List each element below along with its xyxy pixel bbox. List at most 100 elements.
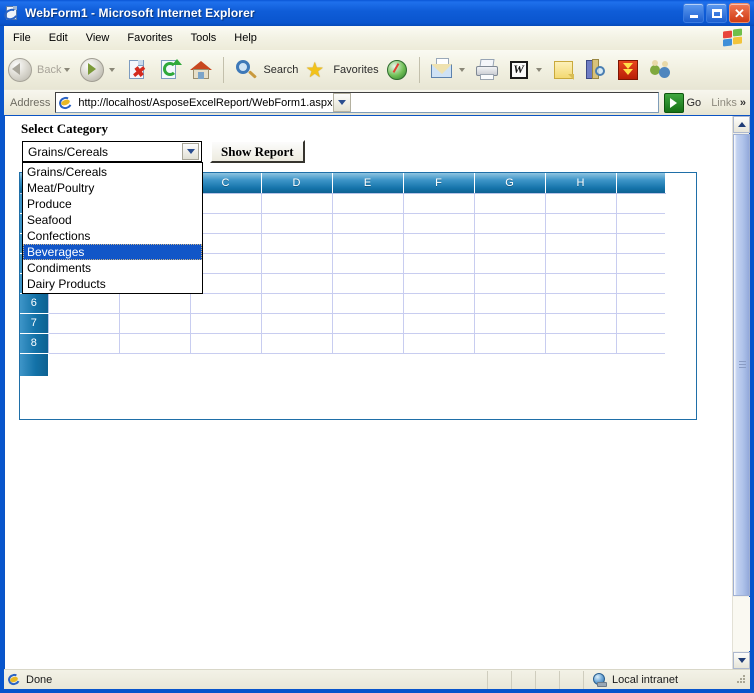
links-button[interactable]: Links: [711, 97, 737, 109]
menu-item-view[interactable]: View: [78, 30, 118, 46]
resize-grip-icon[interactable]: [734, 673, 748, 687]
grid-cell-e5[interactable]: [332, 273, 404, 294]
grid-cell-h3[interactable]: [545, 233, 617, 254]
dropdown-option-seafood[interactable]: Seafood: [23, 212, 202, 228]
forward-dropdown-chevron-down-icon[interactable]: [109, 67, 116, 72]
dropdown-option-beverages[interactable]: Beverages: [23, 244, 202, 260]
grid-cell-e2[interactable]: [332, 213, 404, 234]
close-button[interactable]: ✕: [729, 3, 750, 23]
scrollbar-track[interactable]: [733, 597, 750, 651]
grid-cell-c8[interactable]: [190, 333, 262, 354]
grid-cell-f2[interactable]: [403, 213, 475, 234]
grid-cell-g7[interactable]: [474, 313, 546, 334]
grid-col-header-overflow[interactable]: [616, 173, 666, 194]
messenger-button[interactable]: [644, 53, 676, 87]
grid-cell-h2[interactable]: [545, 213, 617, 234]
grid-cell-i2[interactable]: [616, 213, 665, 234]
grid-cell-d3[interactable]: [261, 233, 333, 254]
dropdown-option-grains-cereals[interactable]: Grains/Cereals: [23, 164, 202, 180]
vertical-scrollbar[interactable]: [732, 116, 750, 669]
grid-cell-f3[interactable]: [403, 233, 475, 254]
grid-cell-i6[interactable]: [616, 293, 665, 314]
edit-chevron-down-icon[interactable]: [535, 67, 542, 72]
menu-item-favorites[interactable]: Favorites: [119, 30, 180, 46]
scroll-up-button[interactable]: [733, 116, 750, 133]
minimize-button[interactable]: [683, 3, 704, 23]
mail-chevron-down-icon[interactable]: [458, 67, 465, 72]
mail-button[interactable]: [426, 53, 471, 87]
grid-cell-e4[interactable]: [332, 253, 404, 274]
grid-col-header-d[interactable]: D: [261, 173, 333, 194]
dropdown-option-dairy-products[interactable]: Dairy Products: [23, 276, 202, 292]
grid-cell-i4[interactable]: [616, 253, 665, 274]
maximize-button[interactable]: [706, 3, 727, 23]
dropdown-option-condiments[interactable]: Condiments: [23, 260, 202, 276]
menu-item-help[interactable]: Help: [226, 30, 265, 46]
grid-col-header-h[interactable]: H: [545, 173, 617, 194]
grid-cell-e6[interactable]: [332, 293, 404, 314]
grid-cell-h7[interactable]: [545, 313, 617, 334]
print-button[interactable]: [471, 53, 503, 87]
address-input[interactable]: http://localhost/AsposeExcelReport/WebFo…: [55, 92, 659, 113]
menu-item-tools[interactable]: Tools: [183, 30, 225, 46]
category-select-dropdown-list[interactable]: Grains/Cereals Meat/Poultry Produce Seaf…: [22, 162, 203, 294]
grid-cell-d2[interactable]: [261, 213, 333, 234]
grid-cell-a6[interactable]: [48, 293, 120, 314]
back-dropdown-chevron-down-icon[interactable]: [64, 67, 71, 72]
favorites-button[interactable]: ★ Favorites: [300, 53, 380, 87]
grid-cell-g1[interactable]: [474, 193, 546, 214]
grid-cell-a8[interactable]: [48, 333, 120, 354]
scrollbar-thumb[interactable]: [733, 134, 750, 596]
address-chevron-down-icon[interactable]: [332, 93, 351, 112]
grid-cell-c6[interactable]: [190, 293, 262, 314]
grid-col-header-f[interactable]: F: [403, 173, 475, 194]
grid-cell-d5[interactable]: [261, 273, 333, 294]
download-button[interactable]: [612, 53, 644, 87]
grid-cell-h8[interactable]: [545, 333, 617, 354]
search-button[interactable]: Search: [230, 53, 300, 87]
research-button[interactable]: [580, 53, 612, 87]
grid-cell-h4[interactable]: [545, 253, 617, 274]
dropdown-option-produce[interactable]: Produce: [23, 196, 202, 212]
grid-cell-f1[interactable]: [403, 193, 475, 214]
grid-cell-d1[interactable]: [261, 193, 333, 214]
grid-row-header-7[interactable]: 7: [20, 313, 49, 334]
grid-cell-g6[interactable]: [474, 293, 546, 314]
grid-cell-e7[interactable]: [332, 313, 404, 334]
grid-cell-e3[interactable]: [332, 233, 404, 254]
grid-cell-h6[interactable]: [545, 293, 617, 314]
grid-cell-f5[interactable]: [403, 273, 475, 294]
grid-cell-g5[interactable]: [474, 273, 546, 294]
forward-button[interactable]: [76, 53, 121, 87]
grid-cell-i3[interactable]: [616, 233, 665, 254]
grid-cell-f6[interactable]: [403, 293, 475, 314]
grid-cell-i1[interactable]: [616, 193, 665, 214]
grid-col-header-e[interactable]: E: [332, 173, 404, 194]
show-report-button[interactable]: Show Report: [210, 140, 305, 163]
security-zone-pane[interactable]: Local intranet: [584, 671, 750, 689]
grid-cell-g2[interactable]: [474, 213, 546, 234]
grid-cell-h1[interactable]: [545, 193, 617, 214]
grid-cell-i5[interactable]: [616, 273, 665, 294]
grid-cell-g3[interactable]: [474, 233, 546, 254]
menu-item-file[interactable]: File: [5, 30, 39, 46]
grid-cell-f4[interactable]: [403, 253, 475, 274]
grid-cell-d7[interactable]: [261, 313, 333, 334]
grid-cell-i8[interactable]: [616, 333, 665, 354]
grid-cell-e8[interactable]: [332, 333, 404, 354]
grid-cell-d4[interactable]: [261, 253, 333, 274]
grid-cell-b7[interactable]: [119, 313, 191, 334]
category-select-chevron-down-icon[interactable]: [182, 143, 199, 160]
home-button[interactable]: [185, 53, 217, 87]
grid-cell-b6[interactable]: [119, 293, 191, 314]
notes-button[interactable]: [548, 53, 580, 87]
grid-cell-d8[interactable]: [261, 333, 333, 354]
category-select[interactable]: Grains/Cereals: [22, 141, 202, 162]
grid-cell-g8[interactable]: [474, 333, 546, 354]
menu-item-edit[interactable]: Edit: [41, 30, 76, 46]
grid-row-header-6[interactable]: 6: [20, 293, 49, 314]
grid-cell-d6[interactable]: [261, 293, 333, 314]
edit-button[interactable]: W: [503, 53, 548, 87]
grid-cell-f8[interactable]: [403, 333, 475, 354]
go-button[interactable]: Go: [663, 92, 701, 113]
